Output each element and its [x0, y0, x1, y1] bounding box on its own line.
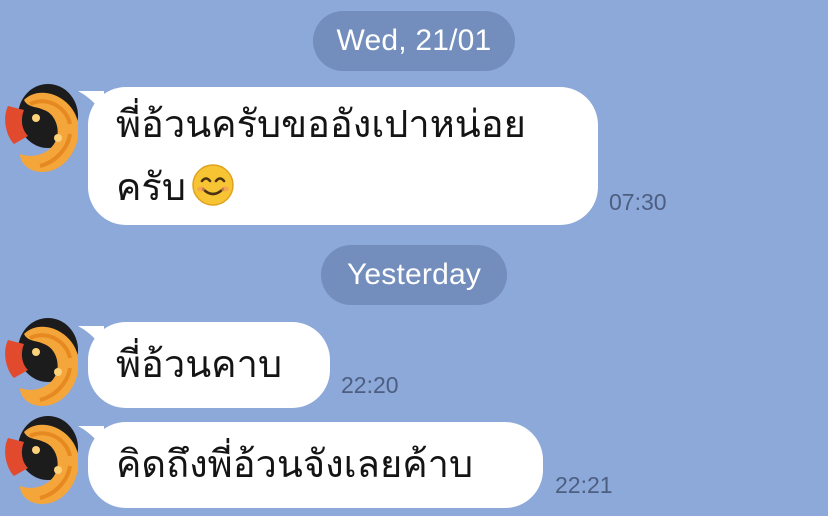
fried-shrimp-avatar-icon	[5, 416, 79, 504]
message-text: พี่อ้วนคาบ	[116, 342, 283, 386]
message-bubble[interactable]: คิดถึงพี่อ้วนจังเลยค้าบ	[78, 422, 543, 508]
message-bubble[interactable]: พี่อ้วนคาบ	[78, 322, 330, 408]
message-bubble[interactable]: พี่อ้วนครับขออังเปาหน่อย ครับ	[78, 87, 598, 225]
bubble-tail	[78, 326, 104, 350]
message-timestamp: 22:20	[341, 372, 399, 398]
message-timestamp: 22:21	[555, 472, 613, 498]
sender-avatar[interactable]	[0, 78, 79, 174]
message-text-line-2: ครับ	[116, 156, 570, 219]
date-separator-wed: Wed, 21/01	[313, 11, 515, 71]
fried-shrimp-avatar-icon	[5, 84, 79, 172]
date-separator-yesterday: Yesterday	[321, 245, 507, 305]
sender-avatar[interactable]	[0, 312, 79, 408]
smiling-face-emoji-icon	[192, 164, 234, 206]
sender-avatar[interactable]	[0, 410, 79, 506]
message-text: คิดถึงพี่อ้วนจังเลยค้าบ	[116, 442, 474, 486]
bubble-tail	[78, 91, 104, 115]
message-timestamp: 07:30	[609, 189, 667, 215]
message-text-line-1: พี่อ้วนครับขออังเปาหน่อย	[116, 102, 526, 146]
message-text: ครับ	[116, 165, 186, 209]
bubble-tail	[78, 426, 104, 450]
fried-shrimp-avatar-icon	[5, 318, 79, 406]
